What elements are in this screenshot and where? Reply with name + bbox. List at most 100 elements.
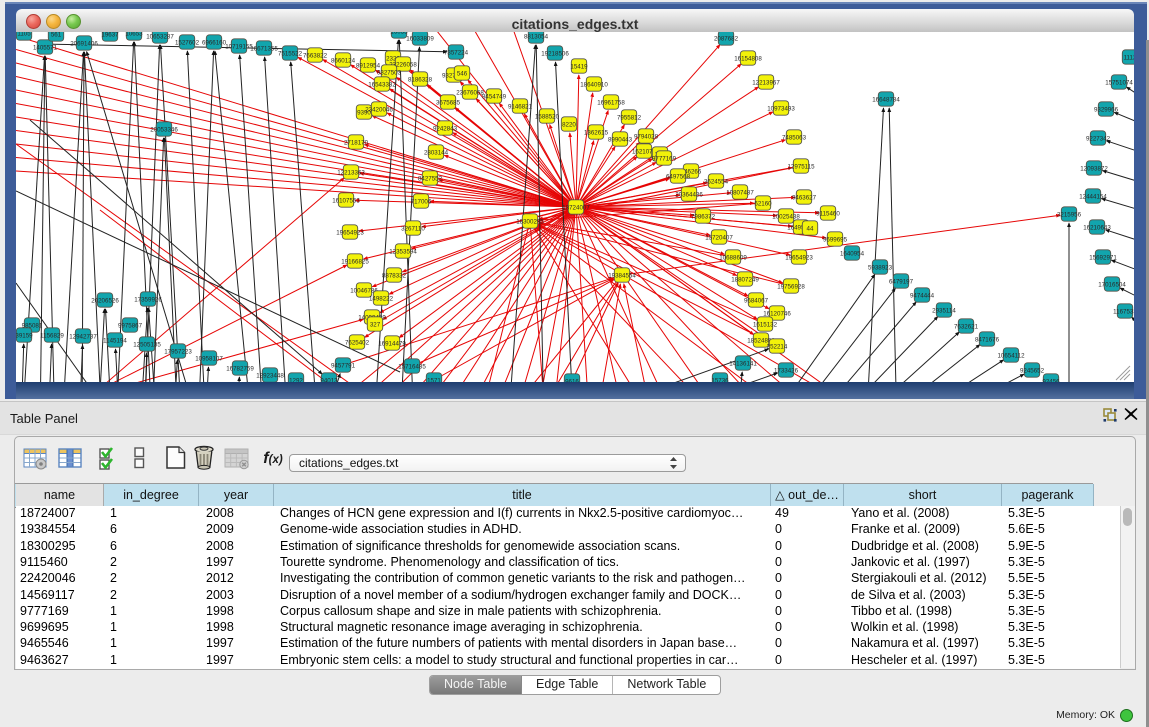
svg-text:9463627: 9463627: [792, 195, 817, 202]
svg-text:3675685: 3675685: [436, 100, 461, 107]
svg-text:561: 561: [51, 32, 62, 39]
svg-text:8912954: 8912954: [356, 63, 381, 70]
svg-text:20364436: 20364436: [675, 192, 703, 199]
svg-text:3624554: 3624554: [704, 179, 729, 186]
svg-text:546: 546: [457, 71, 468, 78]
svg-text:9794028: 9794028: [634, 134, 659, 141]
svg-text:16543382: 16543382: [368, 82, 396, 89]
svg-text:8220: 8220: [562, 122, 576, 129]
svg-text:1112: 1112: [1124, 55, 1134, 62]
svg-text:62160: 62160: [754, 201, 772, 208]
svg-text:16648784: 16648784: [872, 97, 900, 104]
svg-text:9146821: 9146821: [508, 104, 533, 111]
svg-text:16107553: 16107553: [332, 198, 360, 205]
svg-text:19637: 19637: [101, 32, 119, 39]
svg-text:7515522: 7515522: [278, 51, 303, 58]
svg-text:8454749: 8454749: [482, 94, 507, 101]
svg-text:2087682: 2087682: [714, 36, 739, 43]
svg-text:8427552: 8427552: [418, 176, 443, 183]
svg-text:9457791: 9457791: [331, 363, 356, 370]
svg-text:12093872: 12093872: [1080, 166, 1108, 173]
svg-text:12353594: 12353594: [389, 249, 417, 256]
svg-text:19384554: 19384554: [608, 273, 636, 280]
svg-text:9474444: 9474444: [910, 293, 935, 300]
svg-text:19654923: 19654923: [336, 230, 364, 237]
svg-text:7663822: 7663822: [303, 53, 328, 60]
svg-text:10958107: 10958107: [195, 356, 223, 363]
svg-text:10973493: 10973493: [767, 106, 795, 113]
svg-text:16782759: 16782759: [226, 366, 254, 373]
svg-text:12444154: 12444154: [1079, 194, 1107, 201]
svg-text:6966160: 6966160: [202, 40, 227, 47]
svg-text:7625402: 7625402: [345, 340, 370, 347]
svg-text:1105: 1105: [17, 32, 31, 38]
svg-text:20691406: 20691406: [70, 41, 98, 48]
svg-text:16671355: 16671355: [250, 46, 278, 53]
svg-text:19756928: 19756928: [777, 284, 805, 291]
svg-text:14136141: 14136141: [729, 361, 757, 368]
svg-text:2803144: 2803144: [424, 150, 449, 157]
svg-text:12942737: 12942737: [69, 334, 97, 341]
svg-text:8990443: 8990443: [608, 137, 633, 144]
svg-text:9329966: 9329966: [1094, 107, 1119, 114]
svg-text:12213363: 12213363: [337, 170, 365, 177]
svg-text:10688609: 10688609: [719, 255, 747, 262]
svg-text:2935114: 2935114: [932, 308, 956, 315]
svg-text:1640954: 1640954: [840, 251, 865, 258]
svg-text:7485063: 7485063: [782, 135, 807, 142]
svg-text:20206526: 20206526: [91, 298, 119, 305]
svg-text:1156829: 1156829: [40, 333, 64, 340]
svg-text:16210643: 16210643: [1083, 225, 1111, 232]
svg-text:15716485: 15716485: [398, 364, 426, 371]
svg-text:6497568: 6497568: [666, 174, 691, 181]
svg-text:39159: 39159: [16, 333, 33, 340]
svg-text:23420046: 23420046: [365, 107, 393, 114]
svg-text:18300295: 18300295: [516, 219, 544, 226]
svg-text:5938923: 5938923: [868, 265, 893, 272]
svg-text:17359926: 17359926: [134, 297, 162, 304]
svg-text:44: 44: [807, 226, 814, 233]
svg-text:18807249: 18807249: [731, 277, 759, 284]
svg-text:1362615: 1362615: [584, 130, 609, 137]
svg-text:19166825: 19166825: [341, 259, 369, 266]
svg-text:3267110: 3267110: [401, 226, 425, 233]
svg-text:327: 327: [370, 322, 381, 329]
svg-text:12505135: 12505135: [133, 342, 161, 349]
svg-text:7955812: 7955812: [617, 115, 642, 122]
svg-text:16033809: 16033809: [406, 36, 434, 43]
svg-text:252214: 252214: [767, 344, 788, 351]
svg-text:16154808: 16154808: [734, 56, 762, 63]
svg-text:7632621: 7632621: [954, 324, 979, 331]
svg-text:10807487: 10807487: [726, 190, 754, 197]
svg-text:8471676: 8471676: [975, 337, 1000, 344]
svg-text:1498222: 1498222: [369, 296, 394, 303]
svg-text:12975115: 12975115: [787, 164, 815, 171]
svg-text:12923448: 12923448: [256, 373, 284, 380]
svg-text:20053346: 20053346: [150, 127, 178, 134]
svg-text:18724007: 18724007: [562, 205, 590, 212]
svg-text:9777169: 9777169: [652, 156, 677, 163]
svg-text:10654112: 10654112: [997, 353, 1025, 360]
svg-text:3215956: 3215956: [1057, 212, 1082, 219]
svg-text:2718170: 2718170: [344, 140, 369, 147]
svg-text:10653287: 10653287: [146, 34, 174, 41]
svg-text:6479197: 6479197: [889, 279, 914, 286]
svg-text:1588520: 1588520: [535, 114, 560, 121]
svg-text:15692971: 15692971: [1089, 255, 1117, 262]
svg-text:10719155: 10719155: [225, 44, 253, 51]
svg-text:7357224: 7357224: [444, 50, 469, 57]
svg-text:15751074: 15751074: [1105, 80, 1133, 87]
svg-text:17016504: 17016504: [1098, 282, 1126, 289]
svg-text:9684067: 9684067: [744, 298, 769, 305]
svg-text:9327503: 9327503: [377, 70, 402, 77]
svg-text:15419: 15419: [570, 64, 588, 71]
svg-text:8660124: 8660124: [331, 58, 356, 65]
svg-text:12213967: 12213967: [752, 80, 780, 87]
svg-text:15720407: 15720407: [705, 235, 733, 242]
svg-text:1615132: 1615132: [753, 322, 778, 329]
svg-text:1145194: 1145194: [103, 338, 127, 345]
svg-text:717006: 717006: [411, 199, 432, 206]
svg-text:16914479: 16914479: [378, 341, 406, 348]
svg-text:18640910: 18640910: [580, 82, 608, 89]
svg-text:9245652: 9245652: [1020, 368, 1045, 375]
